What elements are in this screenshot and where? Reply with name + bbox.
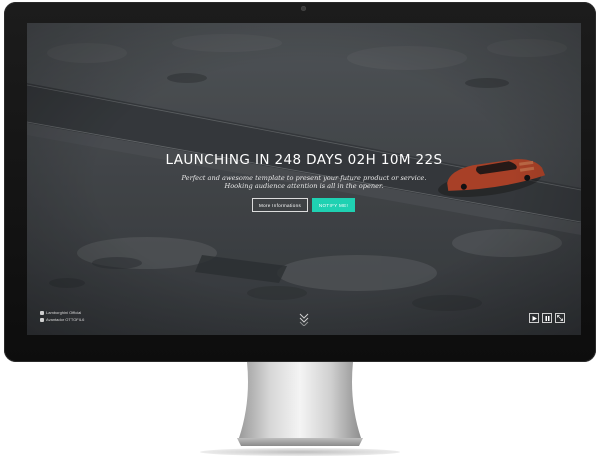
fullscreen-button[interactable] (555, 313, 565, 323)
countdown-title: LAUNCHING IN 248 DAYS 02H 10M 22S (165, 152, 443, 168)
notify-me-button[interactable]: NOTIFY ME! (312, 198, 355, 212)
website-screen: LAUNCHING IN 248 DAYS 02H 10M 22S Perfec… (27, 23, 581, 335)
credit-line-2: Avantador OTTOFIL6 (40, 317, 84, 322)
pause-button[interactable] (542, 313, 552, 323)
camera-icon (301, 6, 306, 11)
credit-line-1: Lamborghini Official (40, 310, 81, 315)
stand-shadow (200, 448, 400, 456)
credit-text-2: Avantador OTTOFIL6 (46, 317, 85, 322)
video-credit-icon (40, 310, 44, 315)
play-button[interactable] (529, 313, 539, 323)
play-icon (532, 315, 537, 321)
credit-text-1: Lamborghini Official (46, 310, 82, 315)
hero-subtitle-line1: Perfect and awesome template to present … (181, 174, 427, 182)
monitor-bezel: LAUNCHING IN 248 DAYS 02H 10M 22S Perfec… (4, 2, 596, 362)
video-credit-icon (40, 317, 44, 322)
more-info-button[interactable]: More Informations (252, 198, 308, 212)
monitor-stand (237, 362, 363, 446)
monitor-mockup: LAUNCHING IN 248 DAYS 02H 10M 22S Perfec… (0, 0, 600, 458)
pause-icon (545, 315, 549, 321)
scroll-down-icon[interactable] (298, 312, 310, 326)
fullscreen-icon (557, 315, 563, 321)
hero-subtitle-line2: Hooking audience attention is all in the… (224, 182, 384, 190)
